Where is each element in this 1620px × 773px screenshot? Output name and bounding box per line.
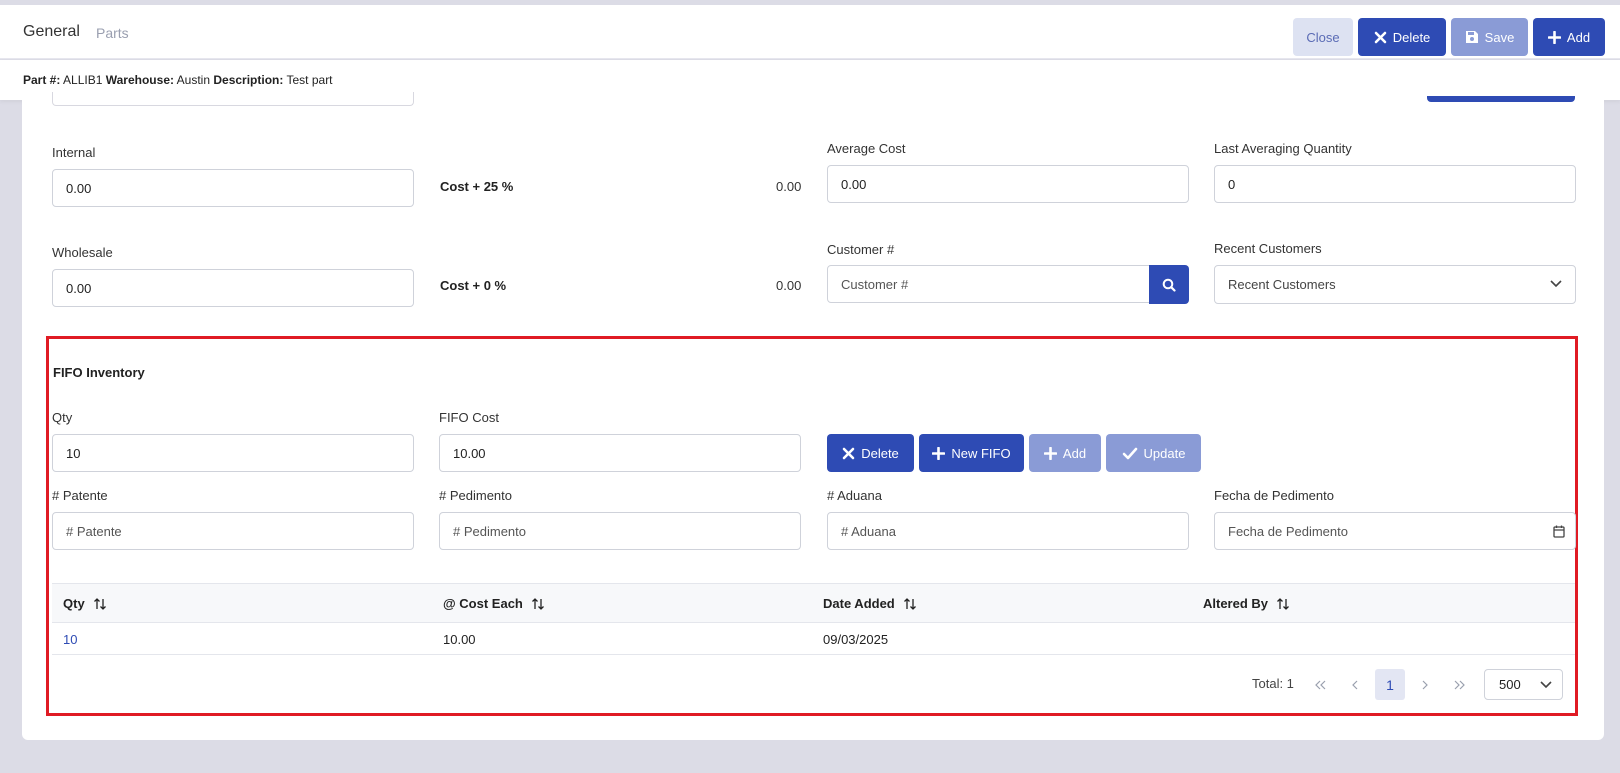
tab-parts[interactable]: Parts xyxy=(96,25,129,41)
warehouse-label: Warehouse: xyxy=(105,73,174,87)
floppy-disk-icon xyxy=(1465,31,1478,43)
top-bar: General Parts Close Delete Save Add xyxy=(0,5,1620,59)
partially-hidden-button[interactable] xyxy=(1427,96,1575,102)
fifo-add-label: Add xyxy=(1062,445,1087,461)
page-size-value: 500 xyxy=(1499,677,1521,692)
fecha-input[interactable]: Fecha de Pedimento xyxy=(1214,512,1576,550)
aduana-label: # Aduana xyxy=(827,488,882,503)
chevron-down-icon xyxy=(1550,280,1562,288)
warehouse-value: Austin xyxy=(176,73,211,87)
tab-general[interactable]: General xyxy=(23,23,80,41)
partially-hidden-input[interactable] xyxy=(52,92,414,106)
row-date-added: 09/03/2025 xyxy=(823,632,889,647)
patente-label: # Patente xyxy=(52,488,108,503)
internal-computed: 0.00 xyxy=(776,179,802,194)
column-date-added[interactable]: Date Added xyxy=(823,596,917,611)
wholesale-computed: 0.00 xyxy=(776,278,802,293)
page-size-select[interactable]: 500 xyxy=(1484,669,1563,700)
column-qty-label: Qty xyxy=(63,596,85,611)
recent-customers-label: Recent Customers xyxy=(1214,241,1322,256)
part-number-label: Part #: xyxy=(23,73,61,87)
average-cost-label: Average Cost xyxy=(827,141,906,156)
average-cost-input[interactable]: 0.00 xyxy=(827,165,1189,203)
last-page-button[interactable] xyxy=(1444,669,1474,700)
fifo-add-button[interactable]: Add xyxy=(1029,434,1101,472)
new-fifo-label: New FIFO xyxy=(951,445,1011,461)
last-averaging-quantity-input[interactable]: 0 xyxy=(1214,165,1576,203)
recent-customers-value: Recent Customers xyxy=(1228,277,1336,292)
chevron-down-icon xyxy=(1540,681,1552,689)
search-icon xyxy=(1162,278,1176,292)
row-cost-each: 10.00 xyxy=(443,632,476,647)
wholesale-input[interactable]: 0.00 xyxy=(52,269,414,307)
fifo-update-button[interactable]: Update xyxy=(1106,434,1201,472)
double-chevron-left-icon xyxy=(1315,680,1326,689)
column-altered-by-label: Altered By xyxy=(1203,596,1269,611)
fifo-table-header: Qty @ Cost Each Date Added Altered By xyxy=(52,583,1575,623)
pedimento-label: # Pedimento xyxy=(439,488,512,503)
customer-input[interactable]: Customer # xyxy=(827,265,1150,303)
customer-label: Customer # xyxy=(827,242,895,257)
pedimento-input[interactable]: # Pedimento xyxy=(439,512,801,550)
internal-rule: Cost + 25 % xyxy=(440,179,514,194)
aduana-input[interactable]: # Aduana xyxy=(827,512,1189,550)
prev-page-button[interactable] xyxy=(1340,669,1370,700)
close-button[interactable]: Close xyxy=(1293,18,1353,56)
chevron-left-icon xyxy=(1352,680,1358,689)
fecha-placeholder: Fecha de Pedimento xyxy=(1228,523,1348,539)
description-value: Test part xyxy=(286,73,333,87)
part-number-value: ALLIB1 xyxy=(63,73,103,87)
page-number-button[interactable]: 1 xyxy=(1375,669,1405,700)
fifo-inventory-title: FIFO Inventory xyxy=(53,365,145,380)
fifo-qty-input[interactable]: 10 xyxy=(52,434,414,472)
add-button[interactable]: Add xyxy=(1533,18,1605,56)
plus-icon xyxy=(932,446,946,460)
internal-label: Internal xyxy=(52,145,96,160)
table-row[interactable]: 10 10.00 09/03/2025 xyxy=(52,623,1575,655)
recent-customers-select[interactable]: Recent Customers xyxy=(1214,265,1576,304)
fifo-qty-label: Qty xyxy=(52,410,73,425)
column-cost-each[interactable]: @ Cost Each xyxy=(443,596,545,611)
sort-icon xyxy=(903,597,916,610)
description-label: Description: xyxy=(213,73,284,87)
add-button-label: Add xyxy=(1566,29,1591,45)
close-button-label: Close xyxy=(1306,29,1340,45)
pagination-total: Total: 1 xyxy=(1252,676,1294,691)
sort-icon xyxy=(531,597,544,610)
first-page-button[interactable] xyxy=(1306,669,1336,700)
delete-button-label: Delete xyxy=(1392,29,1431,45)
calendar-icon[interactable] xyxy=(1553,525,1565,538)
new-fifo-button[interactable]: New FIFO xyxy=(919,434,1024,472)
column-cost-each-label: @ Cost Each xyxy=(443,596,523,611)
fifo-update-label: Update xyxy=(1143,445,1186,461)
column-date-added-label: Date Added xyxy=(823,596,895,611)
wholesale-rule: Cost + 0 % xyxy=(440,278,507,293)
close-icon xyxy=(842,447,855,459)
next-page-button[interactable] xyxy=(1410,669,1440,700)
internal-input[interactable]: 0.00 xyxy=(52,169,414,207)
sort-icon xyxy=(93,597,106,610)
checkmark-icon xyxy=(1122,447,1137,459)
close-icon xyxy=(1374,31,1387,43)
patente-input[interactable]: # Patente xyxy=(52,512,414,550)
column-altered-by[interactable]: Altered By xyxy=(1203,596,1290,611)
chevron-right-icon xyxy=(1422,680,1428,689)
plus-icon xyxy=(1547,30,1561,44)
fifo-delete-label: Delete xyxy=(861,445,899,461)
row-qty[interactable]: 10 xyxy=(63,632,77,647)
last-averaging-quantity-label: Last Averaging Quantity xyxy=(1214,141,1352,156)
save-button-label: Save xyxy=(1484,29,1515,45)
sort-icon xyxy=(1277,597,1289,610)
fifo-delete-button[interactable]: Delete xyxy=(827,434,914,472)
double-chevron-right-icon xyxy=(1454,680,1465,689)
fifo-cost-label: FIFO Cost xyxy=(439,410,499,425)
fecha-label: Fecha de Pedimento xyxy=(1214,488,1334,503)
customer-search-button[interactable] xyxy=(1149,265,1189,304)
column-qty[interactable]: Qty xyxy=(63,596,107,611)
plus-icon xyxy=(1043,446,1057,460)
delete-button[interactable]: Delete xyxy=(1358,18,1446,56)
save-button[interactable]: Save xyxy=(1451,18,1528,56)
wholesale-label: Wholesale xyxy=(52,245,113,260)
fifo-cost-input[interactable]: 10.00 xyxy=(439,434,801,472)
